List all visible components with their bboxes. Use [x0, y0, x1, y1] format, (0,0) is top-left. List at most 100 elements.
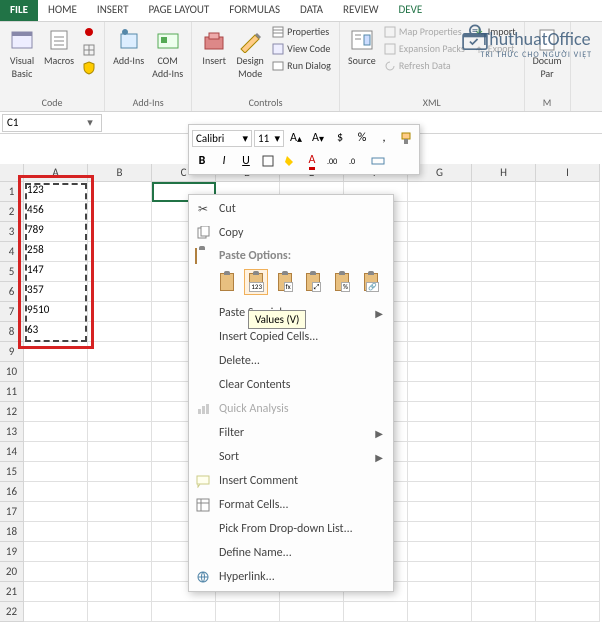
- expansion-packs-button[interactable]: Expansion Packs: [382, 41, 467, 56]
- column-header-I[interactable]: I: [536, 164, 600, 182]
- cell-I15[interactable]: [536, 462, 600, 482]
- cell-H20[interactable]: [472, 562, 536, 582]
- menu-sort[interactable]: Sort▶: [189, 445, 393, 469]
- merge-button[interactable]: [368, 151, 388, 171]
- tab-developer[interactable]: DEVE: [389, 0, 433, 21]
- cell-B11[interactable]: [88, 382, 152, 402]
- cell-B10[interactable]: [88, 362, 152, 382]
- tab-insert[interactable]: INSERT: [87, 0, 139, 21]
- fill-color-button[interactable]: [280, 151, 300, 171]
- cell-A6[interactable]: 357: [24, 282, 88, 302]
- cell-B22[interactable]: [88, 602, 152, 622]
- cell-I20[interactable]: [536, 562, 600, 582]
- cell-A11[interactable]: [24, 382, 88, 402]
- cell-A16[interactable]: [24, 482, 88, 502]
- cell-B15[interactable]: [88, 462, 152, 482]
- row-header-16[interactable]: 16: [0, 482, 24, 502]
- cell-H1[interactable]: [472, 182, 536, 202]
- cell-B4[interactable]: [88, 242, 152, 262]
- name-box[interactable]: C1 ▾: [2, 114, 102, 132]
- row-header-6[interactable]: 6: [0, 282, 24, 302]
- menu-format-cells[interactable]: Format Cells...: [189, 493, 393, 517]
- menu-quick-analysis[interactable]: Quick Analysis: [189, 397, 393, 421]
- cell-B14[interactable]: [88, 442, 152, 462]
- cell-H7[interactable]: [472, 302, 536, 322]
- properties-button[interactable]: Properties: [270, 24, 333, 39]
- cell-A2[interactable]: 456: [24, 202, 88, 222]
- menu-clear-contents[interactable]: Clear Contents: [189, 373, 393, 397]
- source-button[interactable]: Source: [346, 24, 378, 73]
- comma-format-button[interactable]: ,: [374, 128, 394, 148]
- cell-I21[interactable]: [536, 582, 600, 602]
- menu-copy[interactable]: Copy: [189, 221, 393, 245]
- row-header-20[interactable]: 20: [0, 562, 24, 582]
- com-addins-button[interactable]: COM Add-Ins: [150, 24, 185, 82]
- cell-G22[interactable]: [408, 602, 472, 622]
- row-header-10[interactable]: 10: [0, 362, 24, 382]
- cell-G10[interactable]: [408, 362, 472, 382]
- cell-I14[interactable]: [536, 442, 600, 462]
- row-header-4[interactable]: 4: [0, 242, 24, 262]
- row-header-1[interactable]: 1: [0, 182, 24, 202]
- cell-H9[interactable]: [472, 342, 536, 362]
- menu-cut[interactable]: ✂Cut: [189, 197, 393, 221]
- cell-G15[interactable]: [408, 462, 472, 482]
- row-header-13[interactable]: 13: [0, 422, 24, 442]
- italic-button[interactable]: I: [214, 151, 234, 171]
- cell-H16[interactable]: [472, 482, 536, 502]
- cell-C22[interactable]: [152, 602, 216, 622]
- cell-A14[interactable]: [24, 442, 88, 462]
- row-header-19[interactable]: 19: [0, 542, 24, 562]
- paste-formulas-button[interactable]: fx: [272, 269, 297, 295]
- row-header-21[interactable]: 21: [0, 582, 24, 602]
- cell-G3[interactable]: [408, 222, 472, 242]
- row-header-15[interactable]: 15: [0, 462, 24, 482]
- menu-pick-dropdown[interactable]: Pick From Drop-down List...: [189, 517, 393, 541]
- view-code-button[interactable]: View Code: [270, 41, 333, 56]
- font-size-selector[interactable]: 11▾: [254, 130, 284, 147]
- cell-A13[interactable]: [24, 422, 88, 442]
- paste-formatting-button[interactable]: %: [330, 269, 355, 295]
- cell-H18[interactable]: [472, 522, 536, 542]
- cell-I2[interactable]: [536, 202, 600, 222]
- tab-data[interactable]: DATA: [290, 0, 333, 21]
- run-dialog-button[interactable]: Run Dialog: [270, 58, 333, 73]
- tab-file[interactable]: FILE: [0, 0, 38, 21]
- cell-B19[interactable]: [88, 542, 152, 562]
- cell-I4[interactable]: [536, 242, 600, 262]
- cell-H12[interactable]: [472, 402, 536, 422]
- percent-format-button[interactable]: %: [352, 128, 372, 148]
- cell-H2[interactable]: [472, 202, 536, 222]
- cell-A9[interactable]: [24, 342, 88, 362]
- cell-G12[interactable]: [408, 402, 472, 422]
- design-mode-button[interactable]: Design Mode: [234, 24, 266, 82]
- cell-G14[interactable]: [408, 442, 472, 462]
- cell-I7[interactable]: [536, 302, 600, 322]
- cell-H19[interactable]: [472, 542, 536, 562]
- tab-home[interactable]: HOME: [38, 0, 87, 21]
- cell-I16[interactable]: [536, 482, 600, 502]
- relative-references-button[interactable]: [80, 42, 98, 58]
- cell-A19[interactable]: [24, 542, 88, 562]
- cell-I11[interactable]: [536, 382, 600, 402]
- decrease-font-button[interactable]: A▾: [308, 128, 328, 148]
- cell-B9[interactable]: [88, 342, 152, 362]
- cell-E22[interactable]: [280, 602, 344, 622]
- accounting-format-button[interactable]: $: [330, 128, 350, 148]
- menu-delete[interactable]: Delete...: [189, 349, 393, 373]
- cell-B6[interactable]: [88, 282, 152, 302]
- underline-button[interactable]: U: [236, 151, 256, 171]
- paste-transpose-button[interactable]: ⤢: [301, 269, 326, 295]
- cell-B13[interactable]: [88, 422, 152, 442]
- cell-H8[interactable]: [472, 322, 536, 342]
- cell-B5[interactable]: [88, 262, 152, 282]
- cell-A5[interactable]: 147: [24, 262, 88, 282]
- cell-G8[interactable]: [408, 322, 472, 342]
- cell-H10[interactable]: [472, 362, 536, 382]
- cell-H21[interactable]: [472, 582, 536, 602]
- cell-G5[interactable]: [408, 262, 472, 282]
- cell-A7[interactable]: 9510: [24, 302, 88, 322]
- cell-A8[interactable]: 63: [24, 322, 88, 342]
- cell-I9[interactable]: [536, 342, 600, 362]
- increase-font-button[interactable]: A▴: [286, 128, 306, 148]
